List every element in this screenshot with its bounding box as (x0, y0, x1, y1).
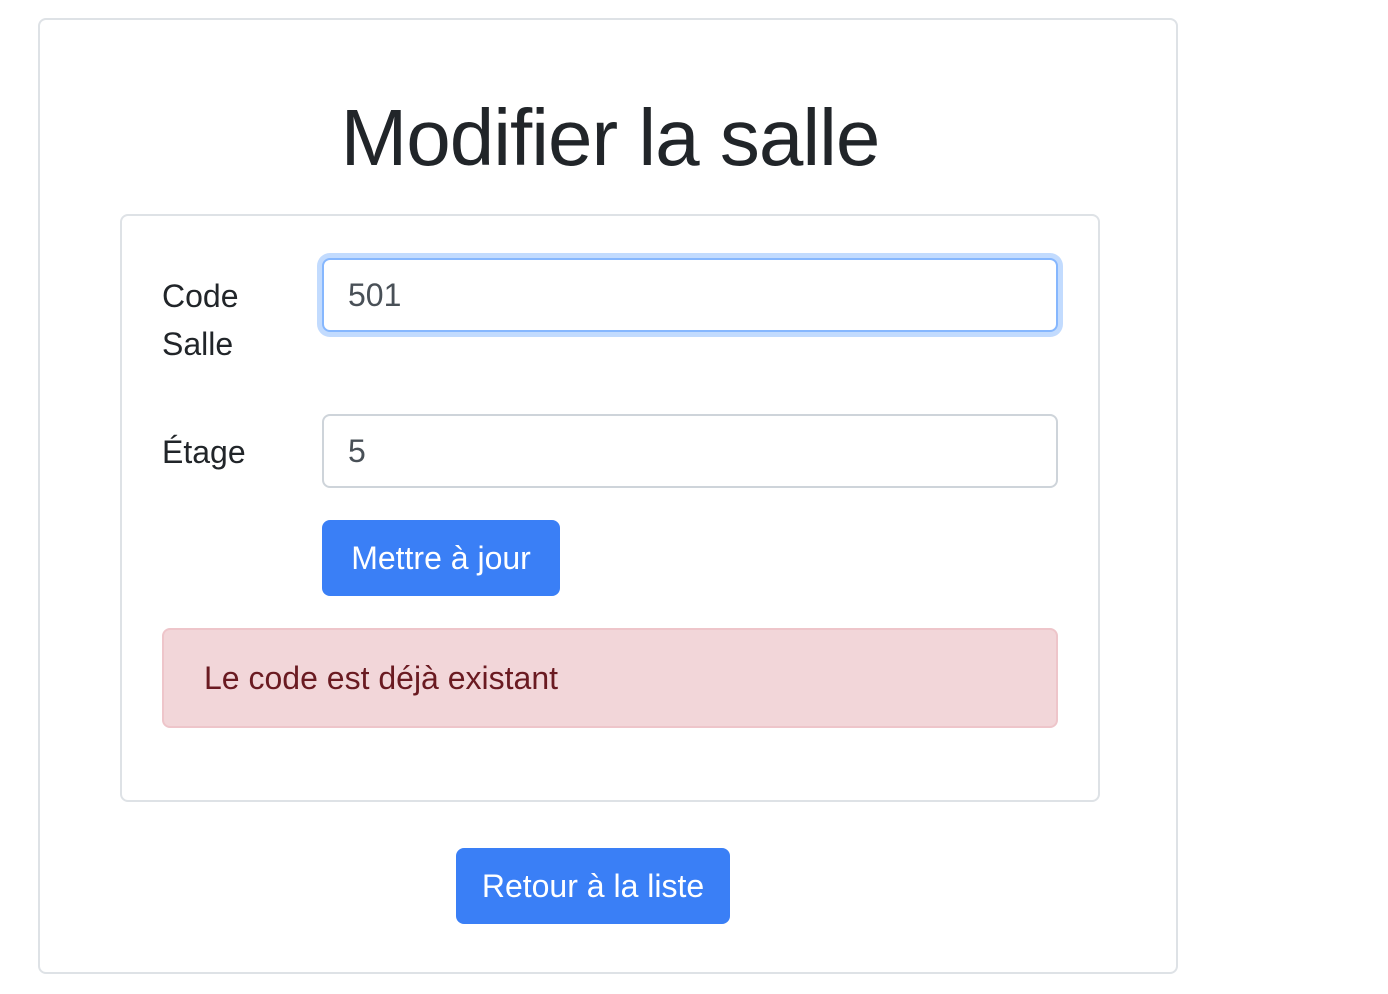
edit-room-form: Code Salle Étage Mettre à jour Le code e… (120, 214, 1100, 802)
code-salle-label: Code Salle (162, 278, 239, 362)
etage-label: Étage (162, 434, 246, 470)
error-alert: Le code est déjà existant (162, 628, 1058, 728)
update-button[interactable]: Mettre à jour (322, 520, 560, 596)
outer-card: Modifier la salle Code Salle Étage Mettr… (38, 18, 1178, 974)
code-salle-input[interactable] (322, 258, 1058, 332)
etage-input[interactable] (322, 414, 1058, 488)
back-to-list-button[interactable]: Retour à la liste (456, 848, 730, 924)
page-title: Modifier la salle (340, 93, 881, 182)
